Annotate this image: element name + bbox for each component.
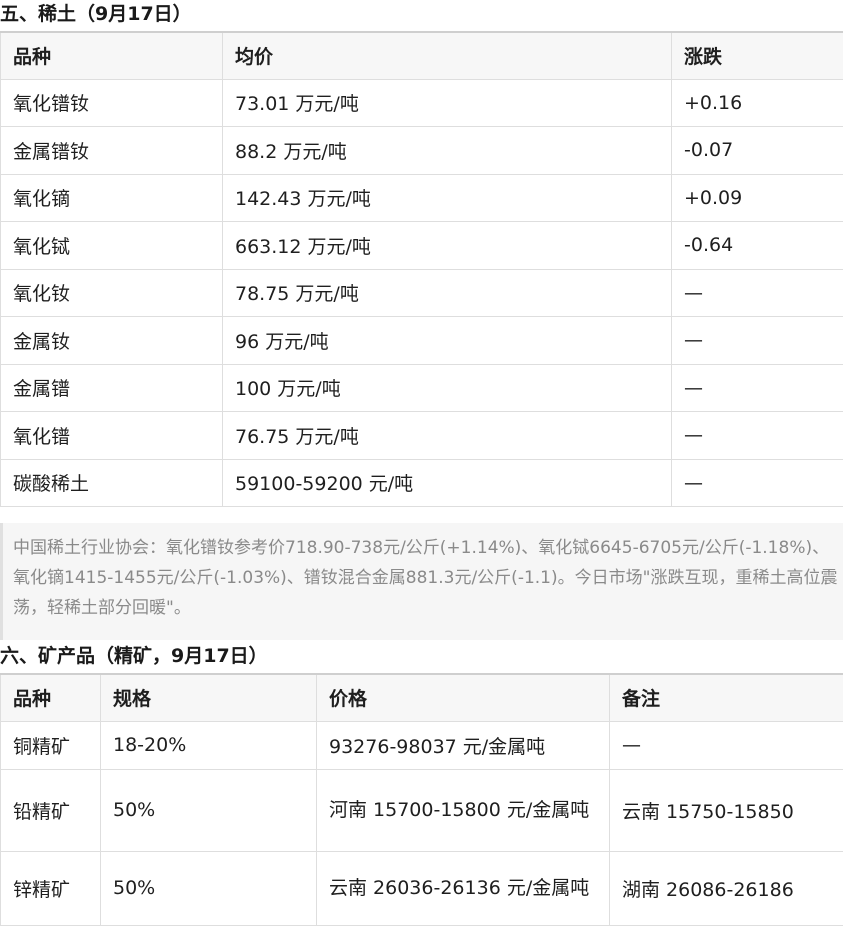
cell-remark: — xyxy=(610,721,843,769)
cell-variety: 氧化镨 xyxy=(1,412,223,460)
cell-price: 59100-59200 元/吨 xyxy=(223,459,672,507)
table-header-row: 品种 规格 价格 备注 xyxy=(1,674,843,721)
cell-variety: 氧化镨钕 xyxy=(1,79,223,127)
cell-variety: 氧化镝 xyxy=(1,174,223,222)
table-row: 碳酸稀土 59100-59200 元/吨 — xyxy=(1,459,843,507)
cell-remark: 湖南 26086-26186 xyxy=(610,851,843,925)
table-row: 氧化钕 78.75 万元/吨 — xyxy=(1,269,843,317)
cell-change: — xyxy=(672,317,843,365)
column-header: 品种 xyxy=(1,674,101,721)
table-row: 金属钕 96 万元/吨 — xyxy=(1,317,843,365)
cell-variety: 金属钕 xyxy=(1,317,223,365)
minerals-table: 品种 规格 价格 备注 铜精矿 18-20% 93276-98037 元/金属吨… xyxy=(0,673,843,926)
section-title-minerals: 六、矿产品（精矿，9月17日） xyxy=(0,642,268,670)
table-row: 氧化镨钕 73.01 万元/吨 +0.16 xyxy=(1,79,843,127)
table-row: 氧化镝 142.43 万元/吨 +0.09 xyxy=(1,174,843,222)
cell-variety: 碳酸稀土 xyxy=(1,459,223,507)
cell-change: — xyxy=(672,412,843,460)
cell-variety: 铅精矿 xyxy=(1,769,101,851)
cell-variety: 氧化钕 xyxy=(1,269,223,317)
cell-spec: 18-20% xyxy=(101,721,317,769)
section-title-rare-earth: 五、稀土（9月17日） xyxy=(0,0,192,28)
table-row: 金属镨钕 88.2 万元/吨 -0.07 xyxy=(1,127,843,175)
cell-price: 76.75 万元/吨 xyxy=(223,412,672,460)
cell-variety: 金属镨 xyxy=(1,364,223,412)
cell-change: -0.64 xyxy=(672,222,843,270)
column-header: 备注 xyxy=(610,674,843,721)
cell-price: 河南 15700-15800 元/金属吨 xyxy=(317,769,610,851)
table-row: 氧化铽 663.12 万元/吨 -0.64 xyxy=(1,222,843,270)
table-header-row: 品种 均价 涨跌 xyxy=(1,32,843,79)
cell-change: — xyxy=(672,364,843,412)
cell-price: 78.75 万元/吨 xyxy=(223,269,672,317)
cell-price: 100 万元/吨 xyxy=(223,364,672,412)
table-row: 氧化镨 76.75 万元/吨 — xyxy=(1,412,843,460)
cell-change: -0.07 xyxy=(672,127,843,175)
cell-variety: 氧化铽 xyxy=(1,222,223,270)
cell-remark: 云南 15750-15850 xyxy=(610,769,843,851)
table-row: 金属镨 100 万元/吨 — xyxy=(1,364,843,412)
association-note: 中国稀土行业协会：氧化镨钕参考价718.90-738元/公斤(+1.14%)、氧… xyxy=(0,523,843,640)
cell-change: +0.09 xyxy=(672,174,843,222)
cell-variety: 锌精矿 xyxy=(1,851,101,925)
column-header: 品种 xyxy=(1,32,223,79)
column-header: 价格 xyxy=(317,674,610,721)
cell-price: 96 万元/吨 xyxy=(223,317,672,365)
table-row: 锌精矿 50% 云南 26036-26136 元/金属吨 湖南 26086-26… xyxy=(1,851,843,925)
rare-earth-table: 品种 均价 涨跌 氧化镨钕 73.01 万元/吨 +0.16 金属镨钕 88.2… xyxy=(0,31,843,507)
cell-change: +0.16 xyxy=(672,79,843,127)
cell-variety: 金属镨钕 xyxy=(1,127,223,175)
cell-price: 93276-98037 元/金属吨 xyxy=(317,721,610,769)
cell-variety: 铜精矿 xyxy=(1,721,101,769)
cell-price: 73.01 万元/吨 xyxy=(223,79,672,127)
table-row: 铜精矿 18-20% 93276-98037 元/金属吨 — xyxy=(1,721,843,769)
column-header: 规格 xyxy=(101,674,317,721)
cell-price: 88.2 万元/吨 xyxy=(223,127,672,175)
cell-change: — xyxy=(672,269,843,317)
cell-price: 云南 26036-26136 元/金属吨 xyxy=(317,851,610,925)
column-header: 涨跌 xyxy=(672,32,843,79)
cell-price: 142.43 万元/吨 xyxy=(223,174,672,222)
cell-spec: 50% xyxy=(101,851,317,925)
cell-spec: 50% xyxy=(101,769,317,851)
table-row: 铅精矿 50% 河南 15700-15800 元/金属吨 云南 15750-15… xyxy=(1,769,843,851)
column-header: 均价 xyxy=(223,32,672,79)
cell-change: — xyxy=(672,459,843,507)
cell-price: 663.12 万元/吨 xyxy=(223,222,672,270)
